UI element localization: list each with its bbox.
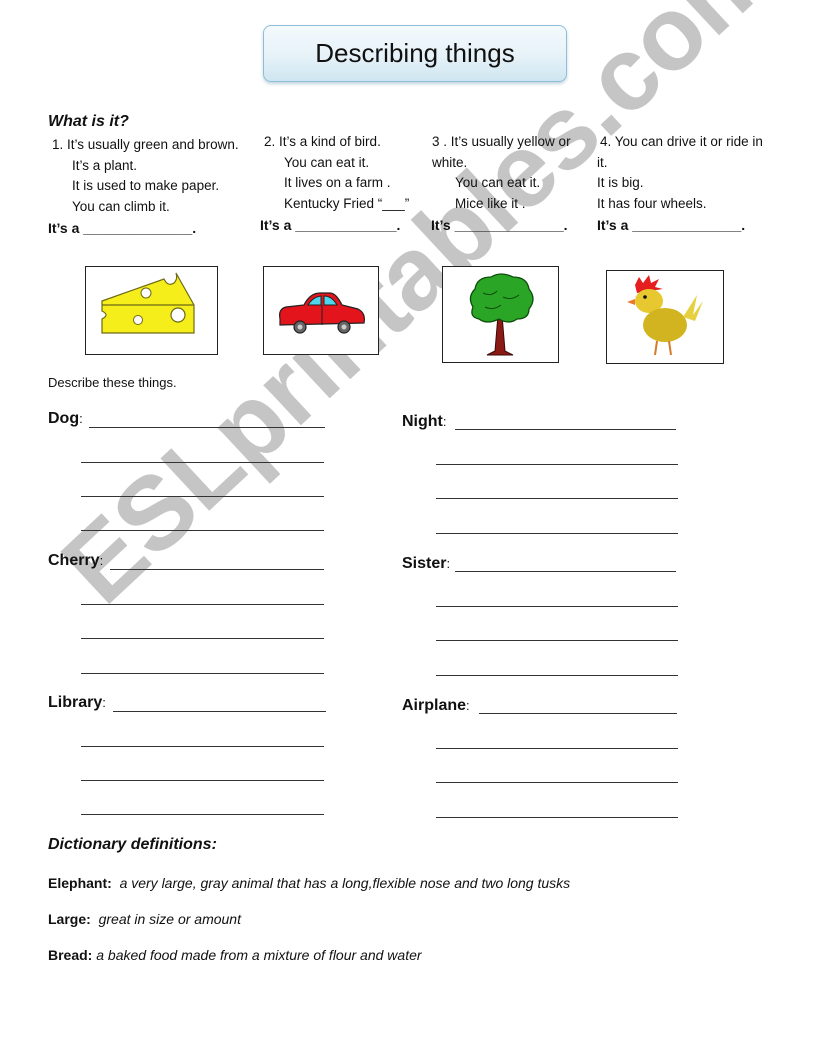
answer-line[interactable] [81,530,324,531]
cheese-icon [101,272,195,334]
answer-line[interactable] [110,569,324,570]
tree-icon [469,273,534,356]
riddle-line: You can eat it. [455,175,541,191]
answer-line[interactable] [455,429,676,430]
answer-line[interactable] [113,711,326,712]
answer-line[interactable] [436,640,678,641]
definition-term: Elephant: [48,875,112,891]
describe-item-night: Night: [402,413,447,431]
picture-tree [442,266,559,363]
describe-word: Airplane [402,697,467,714]
answer-blank-2[interactable]: It’s a _____________. [260,217,400,233]
answer-line[interactable] [81,673,324,674]
answer-line[interactable] [89,427,325,428]
colon: : [102,695,106,710]
answer-blank-1[interactable]: It’s a ______________. [48,220,196,236]
definition-row: Large: great in size or amount [48,911,241,927]
riddle-line: It lives on a farm . [284,175,391,191]
answer-line[interactable] [436,464,678,465]
page-title: Describing things [263,25,567,82]
describe-item-library: Library: [48,694,106,712]
answer-line[interactable] [436,817,678,818]
colon: : [446,556,451,571]
definition-term: Large: [48,911,91,927]
answer-line[interactable] [436,606,678,607]
colon: : [466,698,470,713]
riddle-line: Mice like it . [455,195,526,211]
answer-line[interactable] [81,496,324,497]
riddle-line: You can climb it. [72,198,170,214]
answer-line[interactable] [81,462,324,463]
describe-word: Night [402,413,443,430]
answer-line[interactable] [479,713,677,714]
riddle-line: You can eat it. [284,154,370,170]
riddle-4: 4. You can drive it or ride in it. It is… [597,132,763,214]
describe-word: Library [48,694,103,711]
definition-text: a baked food made from a mixture of flou… [96,947,422,963]
riddle-line: It’s a plant. [72,157,138,173]
answer-blank-4[interactable]: It’s a ______________. [597,217,745,233]
riddle-line: 1. It’s usually green and brown. [52,137,239,152]
describe-word: Dog [48,410,80,427]
answer-line[interactable] [436,533,678,534]
describe-item-dog: Dog: [48,410,83,428]
picture-chicken [606,270,724,364]
riddle-line: 3 . It’s usually yellow or [432,134,571,149]
definition-row: Elephant: a very large, gray animal that… [48,875,570,891]
definition-text: a very large, gray animal that has a lon… [119,875,571,891]
describe-word: Cherry [48,552,100,569]
answer-line[interactable] [81,604,324,605]
answer-line[interactable] [436,748,678,749]
answer-line[interactable] [81,814,324,815]
chicken-icon [627,275,703,356]
picture-car [263,266,379,355]
describe-word: Sister [402,555,447,572]
answer-line[interactable] [436,782,678,783]
colon: : [99,553,104,568]
definition-row: Bread: a baked food made from a mixture … [48,947,422,963]
riddle-3: 3 . It’s usually yellow or white. You ca… [432,132,571,214]
riddle-line: It has four wheels. [597,195,707,211]
riddle-line: 4. You can drive it or ride in [600,134,763,149]
describe-item-cherry: Cherry: [48,552,103,570]
riddle-line: It is used to make paper. [72,178,220,194]
riddle-line: It is big. [597,175,644,191]
what-is-it-heading: What is it? [48,113,129,130]
describe-instruction: Describe these things. [48,375,177,390]
describe-item-sister: Sister: [402,555,450,573]
riddle-line: it. [597,154,608,170]
definition-text: great in size or amount [98,911,241,927]
riddle-line: white. [432,154,468,170]
colon: : [79,411,83,426]
picture-cheese [85,266,218,355]
dictionary-heading: Dictionary definitions: [48,836,217,853]
riddle-1: 1. It’s usually green and brown. It’s a … [52,135,239,217]
answer-line[interactable] [81,638,324,639]
definition-term: Bread: [48,947,93,963]
colon: : [442,414,447,429]
riddle-2: 2. It’s a kind of bird. You can eat it. … [264,132,409,214]
answer-line[interactable] [436,675,678,676]
answer-line[interactable] [455,571,676,572]
riddle-line: 2. It’s a kind of bird. [264,134,381,149]
answer-line[interactable] [436,498,678,499]
describe-item-airplane: Airplane: [402,697,470,715]
answer-blank-3[interactable]: It’s ______________. [431,217,568,233]
car-icon [279,292,365,334]
answer-line[interactable] [81,746,324,747]
riddle-line: Kentucky Fried “___” [284,195,410,211]
answer-line[interactable] [81,780,324,781]
